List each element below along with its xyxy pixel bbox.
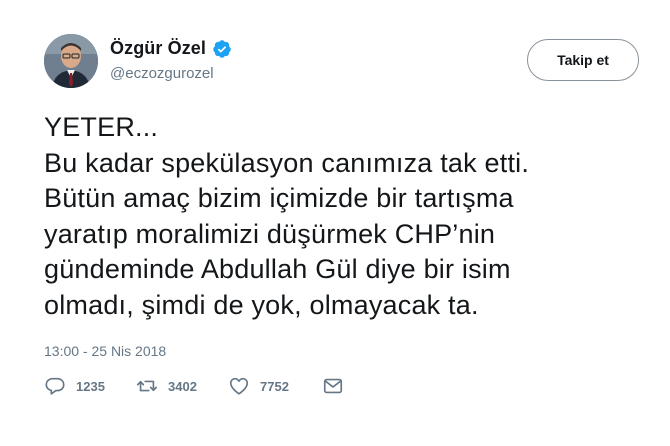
tweet-actions: 1235 3402 7752 [44,374,344,398]
direct-message-button[interactable] [322,375,344,397]
tweet-text-line: YETER... [44,112,159,142]
tweet-text-line: gündeminde Abdullah Gül diye bir isim [44,254,511,284]
author-handle[interactable]: @eczozgurozel [110,65,214,82]
tweet-text-line: Bu kadar spekülasyon canımıza tak etti. [44,147,530,178]
profile-photo-icon [44,34,98,88]
reply-button[interactable]: 1235 [44,375,136,397]
like-button[interactable]: 7752 [228,375,322,397]
tweet-text-line: Bütün amaç bizim içimizde bir tartışma [44,183,514,213]
tweet-card: Özgür Özel @eczozgurozel Takip et YETER.… [0,0,670,446]
verified-badge-icon [212,39,232,59]
follow-button[interactable]: Takip et [527,39,639,81]
tweet-text-line: yaratıp moralimizi düşürmek CHP’nin [44,218,496,249]
like-count: 7752 [260,378,289,394]
author-name-row: Özgür Özel [110,38,232,59]
tweet-timestamp[interactable]: 13:00 - 25 Nis 2018 [44,343,166,359]
envelope-icon [322,375,344,397]
avatar[interactable] [44,34,98,88]
heart-icon [228,375,250,397]
tweet-text-line: olmadı, şimdi de yok, olmayacak ta. [44,289,479,320]
retweet-icon [136,375,158,397]
tweet-text: YETER... Bu kadar spekülasyon canımıza t… [44,110,644,323]
reply-count: 1235 [76,378,105,394]
retweet-button[interactable]: 3402 [136,375,228,397]
retweet-count: 3402 [168,378,197,394]
author-display-name[interactable]: Özgür Özel [110,38,206,59]
reply-icon [44,375,66,397]
